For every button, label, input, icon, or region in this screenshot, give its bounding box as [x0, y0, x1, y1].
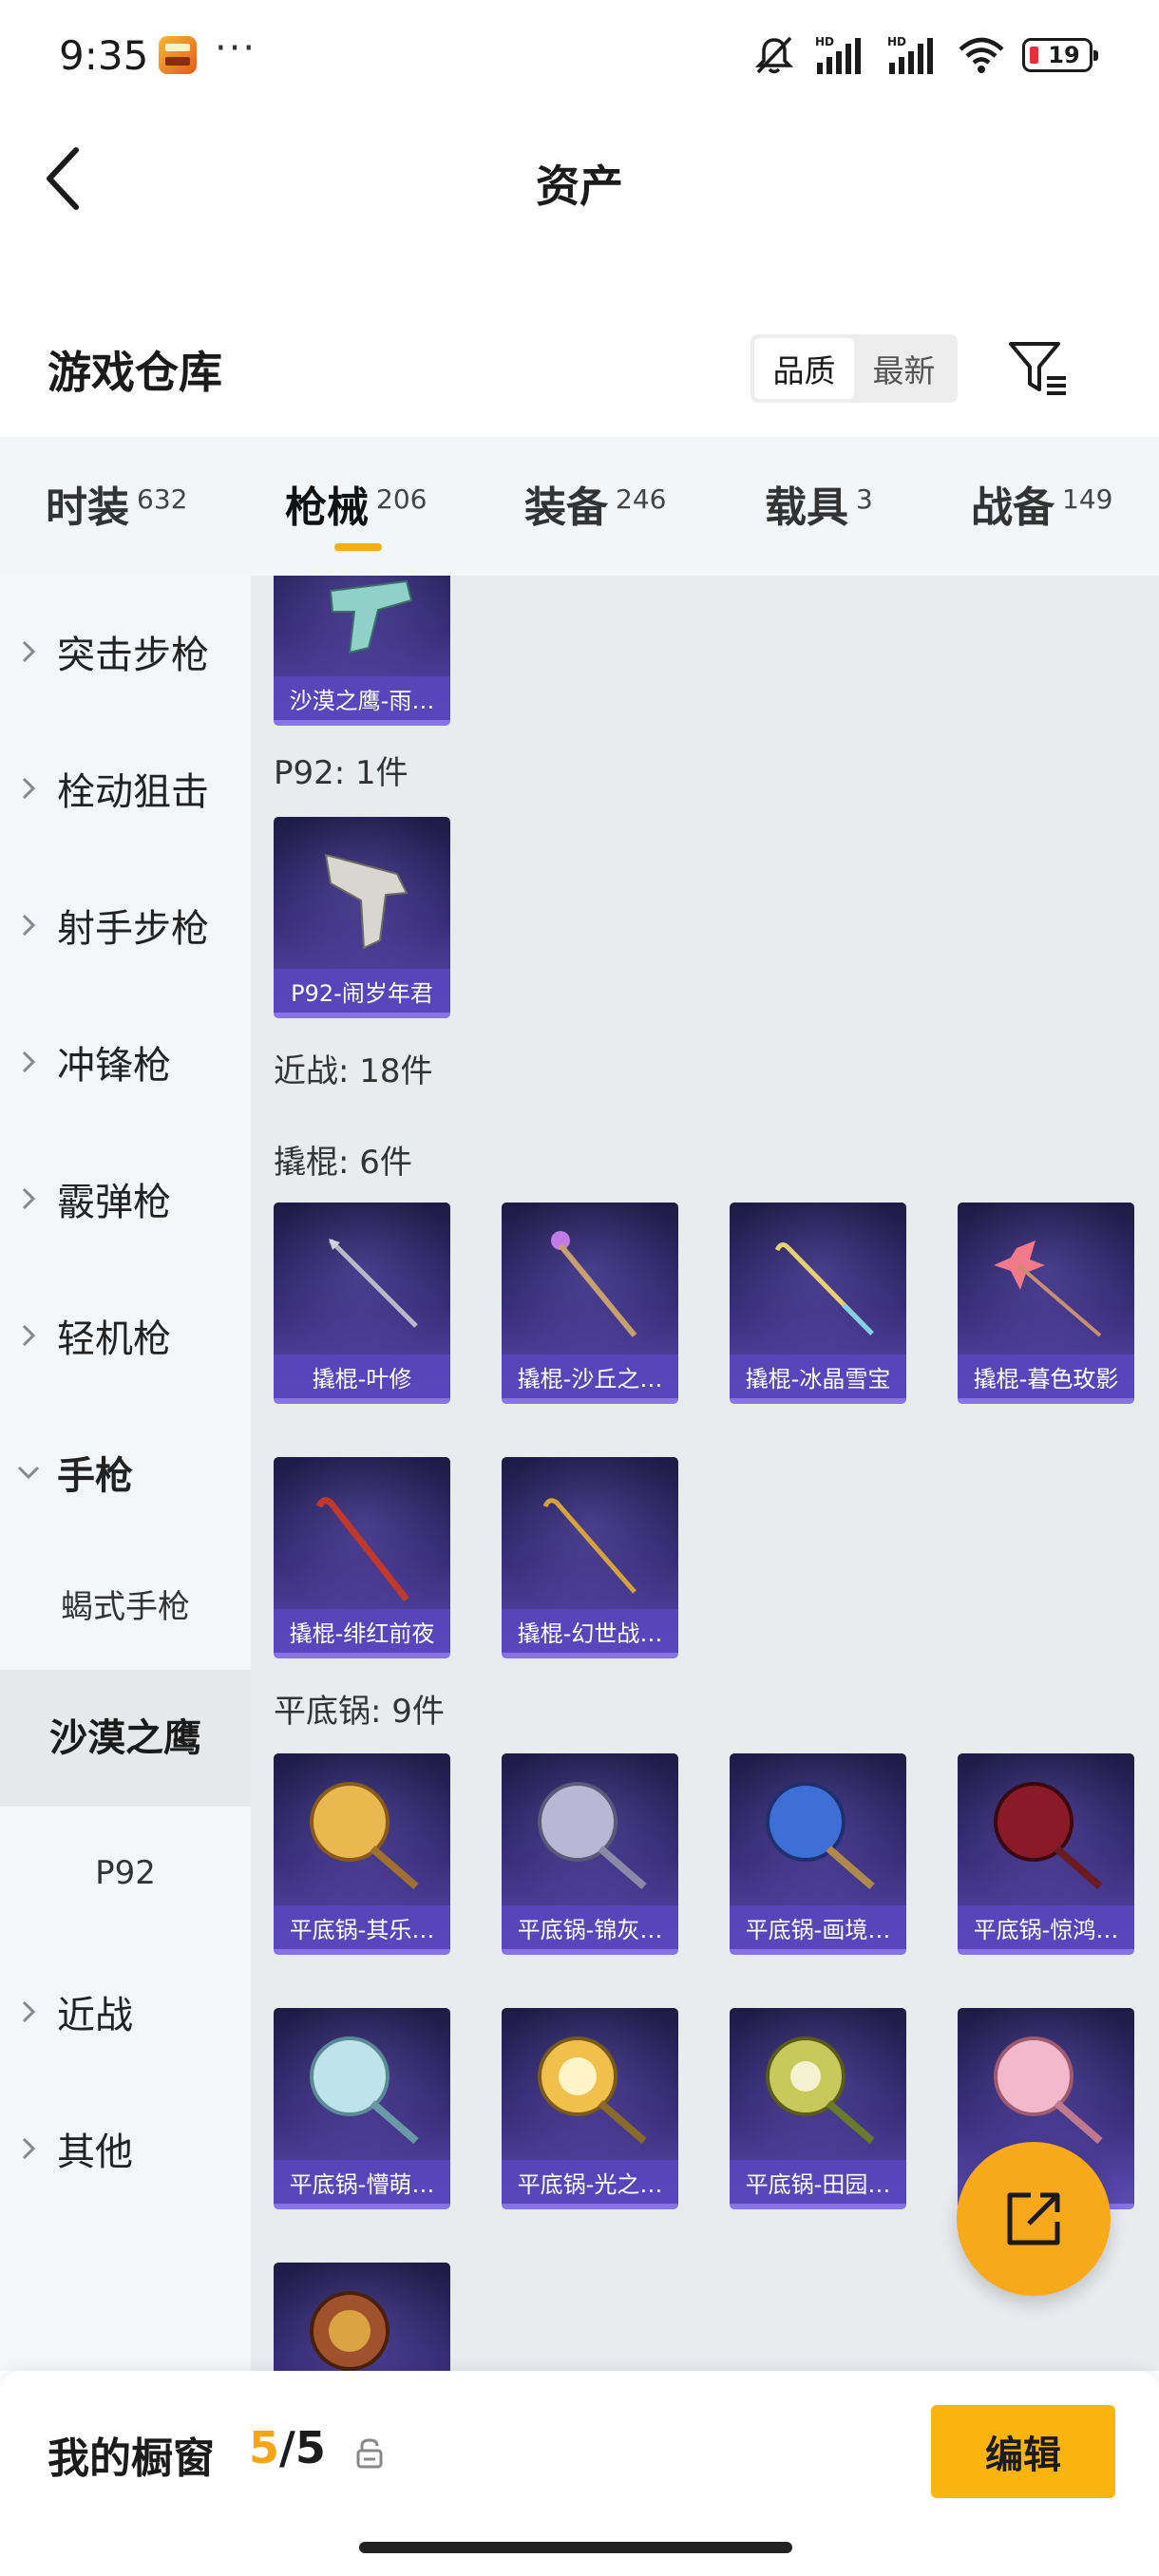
external-link-icon [1007, 2192, 1060, 2245]
item-card-pan[interactable]: 平底锅-田园… [730, 2008, 906, 2209]
item-card-p92[interactable]: P92-闹岁年君 [274, 817, 450, 1018]
system-icons: HD HD 19 [752, 34, 1098, 76]
item-card-pan[interactable]: 平底锅-锦灰… [502, 1753, 678, 1955]
page-title: 资产 [536, 161, 623, 212]
item-card-pan[interactable]: 平底锅-懵萌… [274, 2008, 450, 2209]
section-label-p92: P92: 1件 [274, 754, 408, 792]
app-notification-icon [159, 36, 197, 74]
warehouse-title: 游戏仓库 [48, 347, 222, 398]
section-label-pan: 平底锅: 9件 [274, 1693, 445, 1731]
tab-vehicles[interactable]: 载具 3 [765, 473, 873, 534]
edit-button[interactable]: 编辑 [931, 2405, 1115, 2498]
bottom-bar: 我的橱窗 5/5 编辑 [0, 2371, 1159, 2576]
svg-text:HD: HD [887, 35, 906, 48]
item-card-pan[interactable]: 平底锅-画境… [730, 1753, 906, 1955]
filter-button[interactable] [1005, 334, 1072, 401]
chevron-down-icon [17, 1466, 40, 1480]
chevron-right-icon [22, 1324, 36, 1347]
wifi-icon [959, 37, 1004, 73]
chevron-right-icon [22, 640, 36, 663]
chevron-right-icon [22, 914, 36, 937]
tab-fashion[interactable]: 时装 632 [46, 473, 187, 534]
signal-2-icon: HD [887, 35, 933, 74]
tab-supplies[interactable]: 战备 149 [971, 473, 1112, 534]
sidebar-item-assault-rifle[interactable]: 突击步枪 [0, 614, 251, 690]
tab-firearms[interactable]: 枪械 206 [285, 473, 427, 534]
item-card-pan[interactable]: 平底锅-光之… [502, 2008, 678, 2209]
chevron-right-icon [22, 2000, 36, 2023]
svg-text:HD: HD [815, 35, 834, 48]
clock: 9:35 [59, 32, 149, 79]
sidebar-item-melee[interactable]: 近战 [0, 1974, 251, 2050]
item-card-crowbar[interactable]: 撬棍-沙丘之… [502, 1203, 678, 1404]
battery-icon: 19 [1022, 38, 1098, 72]
section-label-crowbar: 撬棍: 6件 [274, 1144, 412, 1182]
item-card-pan[interactable] [274, 2263, 450, 2371]
chevron-right-icon [22, 1051, 36, 1073]
sidebar-item-smg[interactable]: 冲锋枪 [0, 1024, 251, 1100]
status-bar: 9:35 ··· HD HD 19 [0, 0, 1159, 114]
tab-equipment[interactable]: 装备 246 [524, 473, 666, 534]
pan-icon [310, 2291, 390, 2371]
sidebar-item-bolt-sniper[interactable]: 栓动狙击 [0, 750, 251, 826]
sidebar-item-lmg[interactable]: 轻机枪 [0, 1297, 251, 1373]
chevron-right-icon [22, 777, 36, 800]
sidebar-item-pistol[interactable]: 手枪 [0, 1434, 251, 1510]
item-card-desert-eagle[interactable]: 沙漠之鹰-雨… [274, 576, 450, 726]
item-card-crowbar[interactable]: 撬棍-冰晶雪宝 [730, 1203, 906, 1404]
sort-toggle: 品质 最新 [750, 334, 958, 403]
item-card-pan[interactable]: 平底锅-其乐… [274, 1753, 450, 1955]
sort-quality-button[interactable]: 品质 [754, 338, 854, 399]
showcase-label: 我的橱窗 [48, 2434, 215, 2483]
sort-newest-button[interactable]: 最新 [854, 338, 954, 399]
sidebar-subitem-scorpion[interactable]: 蝎式手枪 [0, 1581, 251, 1627]
filter-icon [1009, 342, 1066, 395]
sidebar-item-marksman-rifle[interactable]: 射手步枪 [0, 887, 251, 963]
item-card-pan[interactable]: 平底锅-惊鸿… [958, 1753, 1134, 1955]
section-label-melee: 近战: 18件 [274, 1052, 433, 1090]
item-card-crowbar[interactable]: 撬棍-绯红前夜 [274, 1457, 450, 1658]
chevron-right-icon [22, 2137, 36, 2160]
mute-icon [754, 36, 794, 74]
sidebar-item-other[interactable]: 其他 [0, 2111, 251, 2187]
showcase-count: 5/5 [249, 2422, 326, 2473]
chevron-right-icon [22, 1187, 36, 1210]
item-card-crowbar[interactable]: 撬棍-幻世战… [502, 1457, 678, 1658]
share-fab-button[interactable] [957, 2142, 1111, 2296]
sidebar: 突击步枪 栓动狙击 射手步枪 冲锋枪 霰弹枪 轻机枪 手枪 蝎式手枪 沙漠之鹰 … [0, 576, 251, 2371]
lock-icon [353, 2437, 386, 2470]
sidebar-item-shotgun[interactable]: 霰弹枪 [0, 1161, 251, 1237]
item-card-crowbar[interactable]: 撬棍-叶修 [274, 1203, 450, 1404]
item-grid: 沙漠之鹰-雨… P92: 1件 P92-闹岁年君 近战: 18件 撬棍: 6件 … [251, 576, 1159, 2371]
more-notifications-icon: ··· [215, 27, 257, 70]
item-card-crowbar[interactable]: 撬棍-暮色玫影 [958, 1203, 1134, 1404]
sidebar-subitem-desert-eagle[interactable]: 沙漠之鹰 [0, 1670, 251, 1807]
home-indicator[interactable] [359, 2542, 792, 2553]
active-tab-indicator [334, 543, 382, 551]
sidebar-subitem-p92[interactable]: P92 [0, 1854, 251, 1892]
category-tabs: 时装 632 枪械 206 装备 246 载具 3 战备 149 [0, 437, 1159, 576]
signal-1-icon: HD [815, 35, 861, 74]
